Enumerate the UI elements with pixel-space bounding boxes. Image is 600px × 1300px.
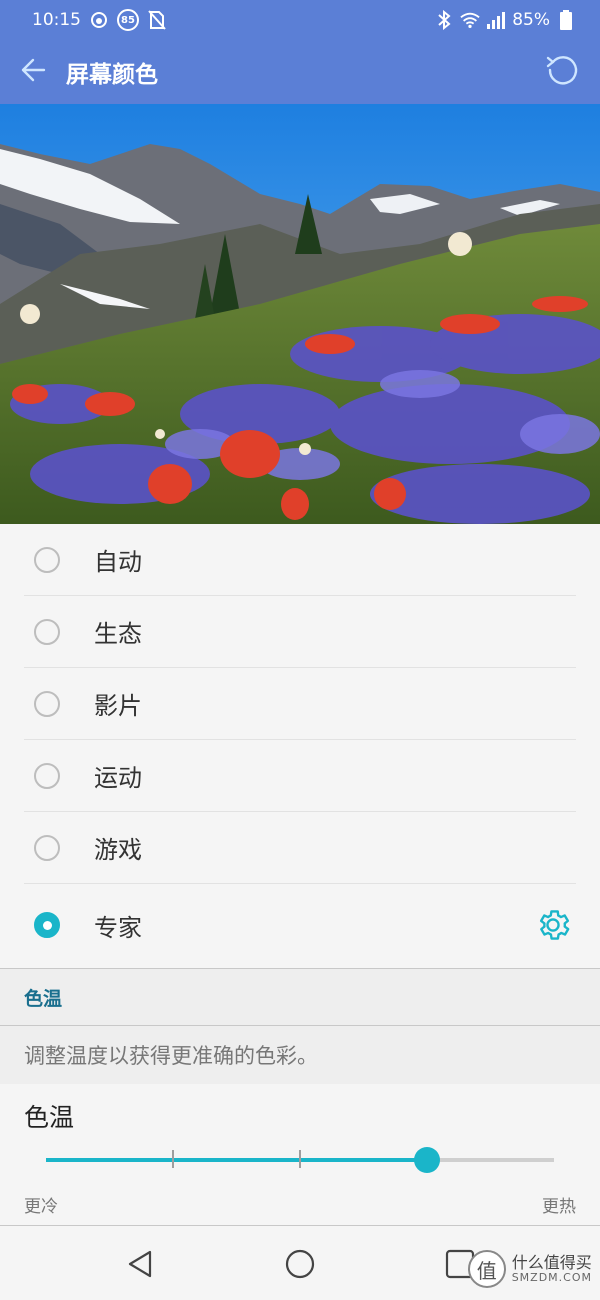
reset-button[interactable] [542, 52, 582, 92]
watermark: 值 什么值得买 SMZDM.COM [467, 1250, 592, 1288]
battery-icon [556, 10, 576, 30]
mode-option-game[interactable]: 游戏 [24, 812, 576, 884]
slider-thumb[interactable] [414, 1147, 440, 1173]
section-header: 色温 [0, 968, 600, 1026]
mode-option-expert[interactable]: 专家 [24, 884, 576, 966]
mode-option-auto[interactable]: 自动 [24, 524, 576, 596]
slider-tick [172, 1150, 174, 1168]
mountain-meadow-photo [0, 104, 600, 524]
cooler-label: 更冷 [24, 1197, 58, 1217]
mode-label: 专家 [94, 913, 142, 942]
battery-percent: 85% [512, 10, 550, 30]
radio-button[interactable] [34, 690, 60, 717]
mode-label: 影片 [94, 692, 142, 720]
status-bar: 10:15 85 85% [0, 0, 600, 40]
mode-label: 自动 [94, 548, 142, 576]
sync-icon [89, 10, 109, 30]
section-description: 调整温度以获得更准确的色彩。 [0, 1026, 600, 1084]
radio-button-selected[interactable] [34, 912, 60, 938]
slider-fill [46, 1158, 427, 1162]
back-triangle-icon[interactable] [124, 1248, 156, 1280]
badge-85-icon: 85 [117, 9, 139, 31]
radio-button[interactable] [34, 762, 60, 789]
watermark-text-en: SMZDM.COM [511, 1270, 592, 1284]
mode-option-cinema[interactable]: 影片 [24, 668, 576, 740]
preview-image [0, 104, 600, 524]
slider-tick [299, 1150, 301, 1168]
warmer-label: 更热 [542, 1197, 576, 1217]
mode-option-eco[interactable]: 生态 [24, 596, 576, 668]
signal-icon [486, 10, 506, 30]
home-circle-icon[interactable] [284, 1248, 316, 1280]
page-title: 屏幕颜色 [66, 62, 158, 88]
mode-label: 生态 [94, 620, 142, 648]
mode-list: 自动 生态 影片 运动 游戏 专家 [0, 524, 600, 966]
watermark-text-cn: 什么值得买 [511, 1253, 592, 1273]
app-bar: 屏幕颜色 [0, 40, 600, 104]
reset-icon [545, 53, 579, 91]
radio-button[interactable] [34, 546, 60, 573]
gear-icon[interactable] [534, 906, 572, 944]
section-header-title: 色温 [24, 987, 63, 1010]
mode-label: 游戏 [94, 836, 142, 864]
watermark-logo: 值 [467, 1250, 506, 1288]
radio-button[interactable] [34, 618, 60, 645]
status-time: 10:15 [32, 10, 81, 30]
bluetooth-icon [434, 10, 454, 30]
mode-label: 运动 [94, 764, 142, 792]
color-temp-panel: 色温 更冷 更热 [0, 1084, 600, 1226]
wifi-icon [460, 10, 480, 30]
arrow-left-icon [20, 57, 46, 87]
color-temp-slider[interactable] [46, 1147, 554, 1173]
radio-button[interactable] [34, 834, 60, 861]
color-temp-title: 色温 [24, 1103, 75, 1132]
back-button[interactable] [18, 57, 48, 87]
mode-option-sports[interactable]: 运动 [24, 740, 576, 812]
no-sim-icon [147, 10, 167, 30]
